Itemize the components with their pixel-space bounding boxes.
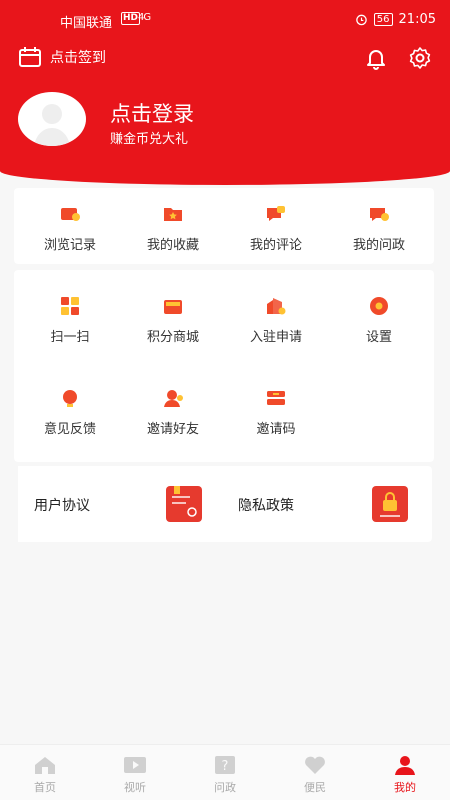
invite-friend-icon — [164, 390, 183, 407]
status-carrier: 中国联通 — [60, 16, 113, 31]
menu-item-scan[interactable]: 扫一扫 — [20, 294, 120, 345]
question-icon: ? — [215, 756, 235, 774]
calendar-icon — [19, 47, 41, 67]
tab-label: 我的 — [394, 781, 416, 794]
menu-item-comments[interactable]: 我的评论 — [226, 202, 326, 253]
history-icon — [61, 208, 80, 221]
tab-label: 首页 — [34, 781, 56, 794]
tab-bar: 首页 视听 ? 问政 便民 我的 — [0, 744, 450, 800]
menu-label: 我的收藏 — [146, 238, 199, 253]
menu-item-settings[interactable]: 设置 — [329, 294, 429, 345]
bell-icon[interactable] — [364, 46, 388, 70]
favorite-icon — [164, 208, 182, 221]
menu-item-favorites[interactable]: 我的收藏 — [123, 202, 223, 253]
tab-mine[interactable]: 我的 — [360, 745, 450, 800]
menu-label: 邀请码 — [256, 422, 296, 437]
heart-icon — [305, 756, 325, 774]
header-banner: 中国联通 HD 4G 56 21:05 点击签到 点击登录 赚金币兑大礼 — [0, 0, 450, 185]
login-subtitle: 赚金币兑大礼 — [110, 132, 189, 147]
status-signal: 4G — [138, 12, 151, 23]
scan-icon — [61, 297, 79, 315]
apply-icon — [267, 298, 286, 315]
inquiry-icon — [370, 208, 389, 221]
user-agreement-card[interactable]: 用户协议 — [18, 466, 228, 542]
menu-item-apply[interactable]: 入驻申请 — [226, 294, 326, 345]
comment-icon — [267, 206, 285, 221]
gear-icon[interactable] — [408, 46, 432, 70]
menu-item-invite-friend[interactable]: 邀请好友 — [123, 386, 223, 437]
menu-item-feedback[interactable]: 意见反馈 — [20, 386, 120, 437]
tab-services[interactable]: 便民 — [270, 745, 360, 800]
tab-video[interactable]: 视听 — [90, 745, 180, 800]
document-icon — [166, 486, 202, 522]
points-mall-icon — [164, 300, 182, 314]
privacy-policy-card[interactable]: 隐私政策 — [222, 466, 432, 542]
tab-label: 便民 — [304, 781, 326, 794]
tab-home[interactable]: 首页 — [0, 745, 90, 800]
privacy-policy-label: 隐私政策 — [238, 498, 294, 514]
menu-label: 扫一扫 — [50, 330, 90, 345]
status-battery: 56 — [373, 13, 393, 26]
menu-label: 我的问政 — [352, 238, 405, 253]
video-icon — [124, 757, 146, 773]
menu-label: 入驻申请 — [249, 330, 302, 345]
status-time: 21:05 — [398, 12, 436, 27]
invite-code-icon — [267, 391, 285, 405]
menu-label: 浏览记录 — [43, 238, 96, 253]
feedback-icon — [63, 390, 77, 407]
settings-icon — [370, 297, 388, 315]
menu-label: 我的评论 — [249, 238, 302, 253]
tab-label: 视听 — [124, 781, 146, 794]
tab-label: 问政 — [214, 781, 236, 794]
tab-inquiry[interactable]: ? 问政 — [180, 745, 270, 800]
user-agreement-label: 用户协议 — [34, 498, 90, 514]
menu-item-invite-code[interactable]: 邀请码 — [226, 386, 326, 437]
services-card: 扫一扫 积分商城 入驻申请 设置 意见反馈 邀请好友 邀请码 — [14, 270, 434, 462]
login-title[interactable]: 点击登录 — [110, 98, 194, 128]
menu-label: 邀请好友 — [146, 422, 199, 437]
lock-icon — [372, 486, 408, 522]
status-bar: 中国联通 HD 4G 56 21:05 — [0, 10, 450, 32]
menu-item-inquiries[interactable]: 我的问政 — [329, 202, 429, 253]
alarm-icon — [356, 14, 367, 26]
home-icon — [35, 757, 55, 774]
menu-label: 意见反馈 — [43, 422, 96, 437]
menu-item-points-mall[interactable]: 积分商城 — [123, 294, 223, 345]
svg-text:?: ? — [222, 759, 229, 774]
avatar[interactable] — [18, 92, 86, 146]
menu-item-history[interactable]: 浏览记录 — [20, 202, 120, 253]
user-icon — [395, 756, 415, 775]
signin-label: 点击签到 — [50, 50, 106, 66]
signin-button[interactable]: 点击签到 — [18, 46, 106, 68]
menu-label: 积分商城 — [146, 330, 199, 345]
quick-access-card: 浏览记录 我的收藏 我的评论 我的问政 — [14, 188, 434, 264]
menu-label: 设置 — [365, 330, 392, 345]
